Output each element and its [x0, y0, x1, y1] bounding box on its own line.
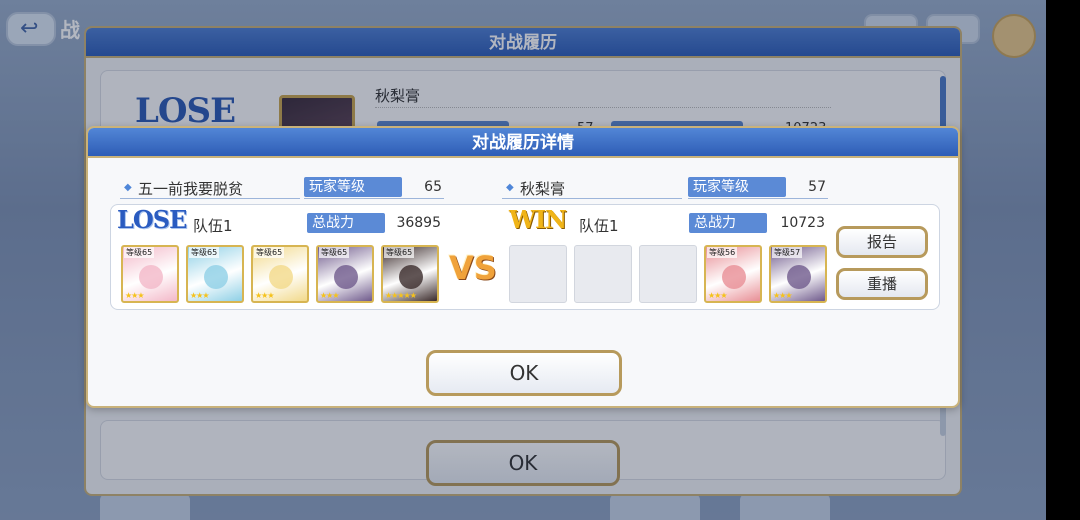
right-team-label: 队伍1 — [579, 217, 619, 235]
unit-level: 等级65 — [189, 247, 220, 258]
right-level-value: 57 — [808, 179, 826, 195]
unit-portrait — [139, 265, 163, 289]
battle-detail-dialog: 对战履历详情 ◆ 五一前我要脱贫 玩家等级 65 ◆ 秋梨膏 玩家等级 57 L… — [86, 126, 960, 408]
empty-unit-slot — [509, 245, 567, 303]
left-unit-card[interactable]: 等级65 ★★★ — [316, 245, 374, 303]
left-unit-card[interactable]: 等级65 ★★★★★ — [381, 245, 439, 303]
dialog-title: 对战履历详情 — [88, 128, 958, 158]
diamond-bullet-icon: ◆ — [124, 182, 132, 193]
right-player-name: 秋梨膏 — [520, 180, 566, 198]
right-level-label: 玩家等级 — [688, 177, 786, 197]
diamond-bullet-icon: ◆ — [506, 182, 514, 193]
left-unit-card[interactable]: 等级65 ★★★ — [186, 245, 244, 303]
divider — [502, 198, 682, 199]
divider — [120, 198, 300, 199]
left-result-label: LOSE — [117, 205, 187, 234]
unit-stars: ★★★ — [320, 291, 339, 300]
unit-stars: ★★★★★ — [385, 291, 417, 300]
unit-level: 等级57 — [772, 247, 803, 258]
empty-unit-slot — [639, 245, 697, 303]
divider — [688, 198, 828, 199]
unit-stars: ★★★ — [708, 291, 727, 300]
unit-stars: ★★★ — [125, 291, 144, 300]
right-unit-card[interactable]: 等级56 ★★★ — [704, 245, 762, 303]
right-power-label: 总战力 — [689, 213, 767, 233]
unit-portrait — [722, 265, 746, 289]
team-comparison: LOSE 队伍1 总战力 36895 WIN 队伍1 总战力 10723 等级6… — [110, 204, 940, 310]
unit-stars: ★★★ — [773, 291, 792, 300]
left-unit-card[interactable]: 等级65 ★★★ — [121, 245, 179, 303]
report-button[interactable]: 报告 — [836, 226, 928, 258]
ok-button[interactable]: OK — [426, 350, 622, 396]
unit-stars: ★★★ — [255, 291, 274, 300]
left-team-label: 队伍1 — [193, 217, 233, 235]
left-level-label: 玩家等级 — [304, 177, 402, 197]
unit-portrait — [269, 265, 293, 289]
unit-level: 等级65 — [124, 247, 155, 258]
vs-label: VS — [449, 249, 497, 287]
unit-level: 等级56 — [707, 247, 738, 258]
screen-edge — [1046, 0, 1080, 520]
unit-portrait — [787, 265, 811, 289]
unit-portrait — [399, 265, 423, 289]
right-result-label: WIN — [509, 205, 567, 234]
empty-unit-slot — [574, 245, 632, 303]
unit-level: 等级65 — [384, 247, 415, 258]
right-unit-card[interactable]: 等级57 ★★★ — [769, 245, 827, 303]
unit-level: 等级65 — [254, 247, 285, 258]
unit-portrait — [334, 265, 358, 289]
unit-portrait — [204, 265, 228, 289]
left-level-value: 65 — [424, 179, 442, 195]
left-unit-card[interactable]: 等级65 ★★★ — [251, 245, 309, 303]
left-power-label: 总战力 — [307, 213, 385, 233]
divider — [304, 198, 444, 199]
replay-button[interactable]: 重播 — [836, 268, 928, 300]
unit-stars: ★★★ — [190, 291, 209, 300]
left-player-name: 五一前我要脱贫 — [138, 180, 244, 198]
right-power-value: 10723 — [780, 215, 825, 231]
left-power-value: 36895 — [396, 215, 441, 231]
unit-level: 等级65 — [319, 247, 350, 258]
